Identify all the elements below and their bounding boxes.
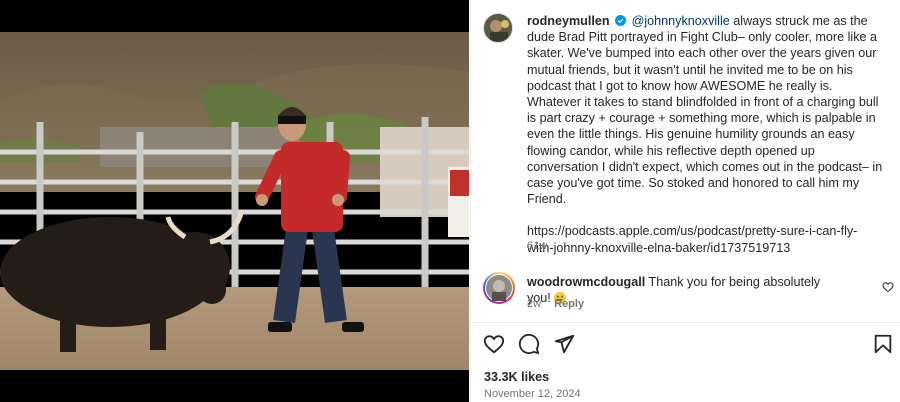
comment-bubble-icon[interactable] xyxy=(518,333,540,355)
post-date: November 12, 2024 xyxy=(484,388,581,400)
paper-plane-icon[interactable] xyxy=(553,333,575,355)
author-avatar[interactable] xyxy=(483,13,513,43)
podcast-link[interactable]: https://podcasts.apple.com/us/podcast/pr… xyxy=(527,223,883,255)
actions-divider xyxy=(470,322,900,323)
caption-text: always struck me as the dude Brad Pitt p… xyxy=(527,14,883,207)
heart-icon[interactable] xyxy=(483,333,505,355)
verified-badge-icon xyxy=(615,15,627,26)
post-age[interactable]: 61w xyxy=(527,240,547,252)
author-username[interactable]: rodneymullen xyxy=(527,14,610,28)
post-caption: rodneymullen @johnnyknoxville always str… xyxy=(527,13,883,256)
mention-link[interactable]: @johnnyknoxville xyxy=(632,14,730,28)
bookmark-icon[interactable] xyxy=(872,333,894,355)
post-media xyxy=(0,0,469,402)
heart-small-icon[interactable] xyxy=(882,281,894,293)
comment-meta: 2w Reply xyxy=(527,298,594,310)
reply-button[interactable]: Reply xyxy=(554,298,584,310)
post-photo xyxy=(0,32,469,370)
commenter-avatar[interactable] xyxy=(483,272,515,304)
likes-count[interactable]: 33.3K likes xyxy=(484,370,549,384)
comment-age[interactable]: 2w xyxy=(527,298,541,310)
commenter-username[interactable]: woodrowmcdougall xyxy=(527,275,645,289)
